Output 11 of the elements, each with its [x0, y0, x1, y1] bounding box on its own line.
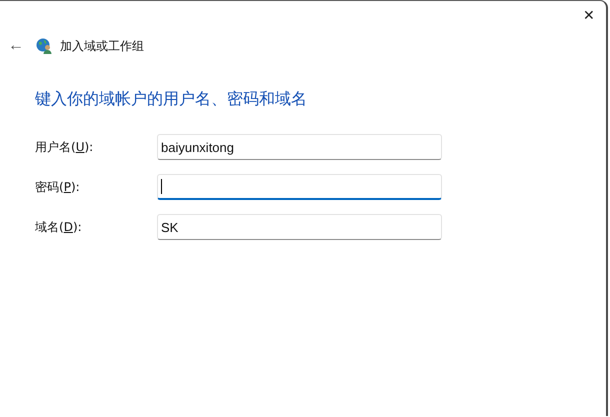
input-field[interactable] [157, 174, 442, 200]
window-title: 加入域或工作组 [60, 38, 144, 54]
field-label: 用户名(U): [35, 138, 94, 156]
back-button[interactable]: ← [4, 37, 28, 55]
input-field[interactable]: baiyunxitong [157, 134, 442, 160]
close-button[interactable]: ✕ [572, 1, 606, 29]
input-field[interactable]: SK [157, 214, 442, 240]
instruction-heading: 键入你的域帐户的用户名、密码和域名 [35, 89, 308, 110]
field-label: 域名(D): [35, 218, 83, 236]
field-label: 密码(P): [35, 178, 81, 196]
globe-user-icon [36, 38, 52, 54]
